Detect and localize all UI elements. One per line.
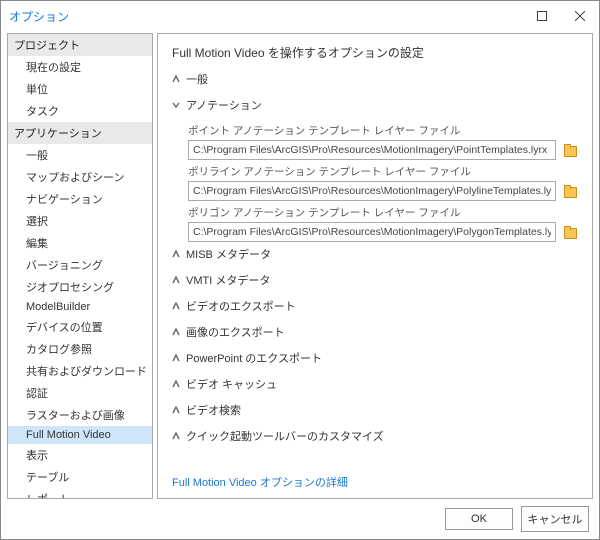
chevron-right-icon: [172, 406, 180, 414]
point-template-input[interactable]: [188, 140, 556, 160]
tree-item[interactable]: ModelBuilder: [8, 298, 152, 316]
tree-item[interactable]: 共有およびダウンロード: [8, 360, 152, 382]
titlebar: オプション: [1, 1, 599, 31]
tree-item[interactable]: タスク: [8, 100, 152, 122]
page-title: Full Motion Video を操作するオプションの設定: [172, 44, 578, 61]
expander-label: VMTI メタデータ: [186, 272, 270, 288]
tree-item[interactable]: 一般: [8, 144, 152, 166]
tree-item[interactable]: 選択: [8, 210, 152, 232]
tree-item[interactable]: バージョニング: [8, 254, 152, 276]
cancel-button[interactable]: キャンセル: [521, 506, 589, 532]
chevron-right-icon: [172, 75, 180, 83]
expander-item[interactable]: VMTI メタデータ: [172, 272, 578, 288]
expander-label: ビデオのエクスポート: [186, 298, 296, 314]
tree-item[interactable]: ラスターおよび画像: [8, 404, 152, 426]
chevron-right-icon: [172, 328, 180, 336]
expander-annotation[interactable]: アノテーション: [172, 97, 578, 113]
polygon-template-input[interactable]: [188, 222, 556, 242]
expander-item[interactable]: 画像のエクスポート: [172, 324, 578, 340]
tree-item[interactable]: 認証: [8, 382, 152, 404]
tree-group-header: プロジェクト: [8, 34, 152, 56]
annotation-polygon: ポリゴン アノテーション テンプレート レイヤー ファイル: [188, 205, 578, 242]
options-tree[interactable]: プロジェクト現在の設定単位タスクアプリケーション一般マップおよびシーンナビゲーシ…: [7, 33, 153, 499]
chevron-right-icon: [172, 354, 180, 362]
chevron-right-icon: [172, 432, 180, 440]
expander-label: ビデオ キャッシュ: [186, 376, 277, 392]
maximize-icon: [537, 11, 547, 21]
folder-icon[interactable]: [562, 225, 578, 239]
expander-item[interactable]: ビデオ検索: [172, 402, 578, 418]
field-label: ポリライン アノテーション テンプレート レイヤー ファイル: [188, 164, 578, 179]
annotation-polyline: ポリライン アノテーション テンプレート レイヤー ファイル: [188, 164, 578, 201]
content: プロジェクト現在の設定単位タスクアプリケーション一般マップおよびシーンナビゲーシ…: [1, 31, 599, 501]
tree-item[interactable]: Full Motion Video: [8, 426, 152, 444]
tree-item[interactable]: テーブル: [8, 466, 152, 488]
expander-item[interactable]: PowerPoint のエクスポート: [172, 350, 578, 366]
folder-icon[interactable]: [562, 143, 578, 157]
close-button[interactable]: [561, 2, 599, 30]
expander-item[interactable]: クイック起動ツールバーのカスタマイズ: [172, 428, 578, 444]
tree-item[interactable]: 単位: [8, 78, 152, 100]
chevron-right-icon: [172, 250, 180, 258]
expander-label: クイック起動ツールバーのカスタマイズ: [186, 428, 384, 444]
chevron-right-icon: [172, 302, 180, 310]
expander-general[interactable]: 一般: [172, 71, 578, 87]
window-title: オプション: [9, 8, 523, 25]
chevron-right-icon: [172, 276, 180, 284]
field-label: ポリゴン アノテーション テンプレート レイヤー ファイル: [188, 205, 578, 220]
annotation-point: ポイント アノテーション テンプレート レイヤー ファイル: [188, 123, 578, 160]
tree-item[interactable]: デバイスの位置: [8, 316, 152, 338]
tree-item[interactable]: 現在の設定: [8, 56, 152, 78]
chevron-down-icon: [172, 101, 180, 109]
polyline-template-input[interactable]: [188, 181, 556, 201]
tree-item[interactable]: カタログ参照: [8, 338, 152, 360]
expander-label: ビデオ検索: [186, 402, 241, 418]
tree-item[interactable]: ジオプロセシング: [8, 276, 152, 298]
close-icon: [575, 11, 585, 21]
expander-label: 画像のエクスポート: [186, 324, 285, 340]
field-label: ポイント アノテーション テンプレート レイヤー ファイル: [188, 123, 578, 138]
tree-item[interactable]: ナビゲーション: [8, 188, 152, 210]
expander-label: 一般: [186, 71, 208, 87]
maximize-button[interactable]: [523, 2, 561, 30]
expander-label: PowerPoint のエクスポート: [186, 350, 322, 366]
tree-item[interactable]: 表示: [8, 444, 152, 466]
ok-button[interactable]: OK: [445, 508, 513, 530]
learn-more-link[interactable]: Full Motion Video オプションの詳細: [172, 474, 348, 490]
expander-item[interactable]: ビデオ キャッシュ: [172, 376, 578, 392]
folder-icon[interactable]: [562, 184, 578, 198]
expander-label: アノテーション: [186, 97, 262, 113]
chevron-right-icon: [172, 380, 180, 388]
tree-item[interactable]: マップおよびシーン: [8, 166, 152, 188]
expander-item[interactable]: ビデオのエクスポート: [172, 298, 578, 314]
tree-item[interactable]: 編集: [8, 232, 152, 254]
tree-group-header: アプリケーション: [8, 122, 152, 144]
expander-item[interactable]: MISB メタデータ: [172, 246, 578, 262]
footer: OK キャンセル: [1, 501, 599, 537]
main-panel: Full Motion Video を操作するオプションの設定 一般 アノテーシ…: [157, 33, 593, 499]
expander-label: MISB メタデータ: [186, 246, 271, 262]
tree-item[interactable]: レポート: [8, 488, 152, 499]
